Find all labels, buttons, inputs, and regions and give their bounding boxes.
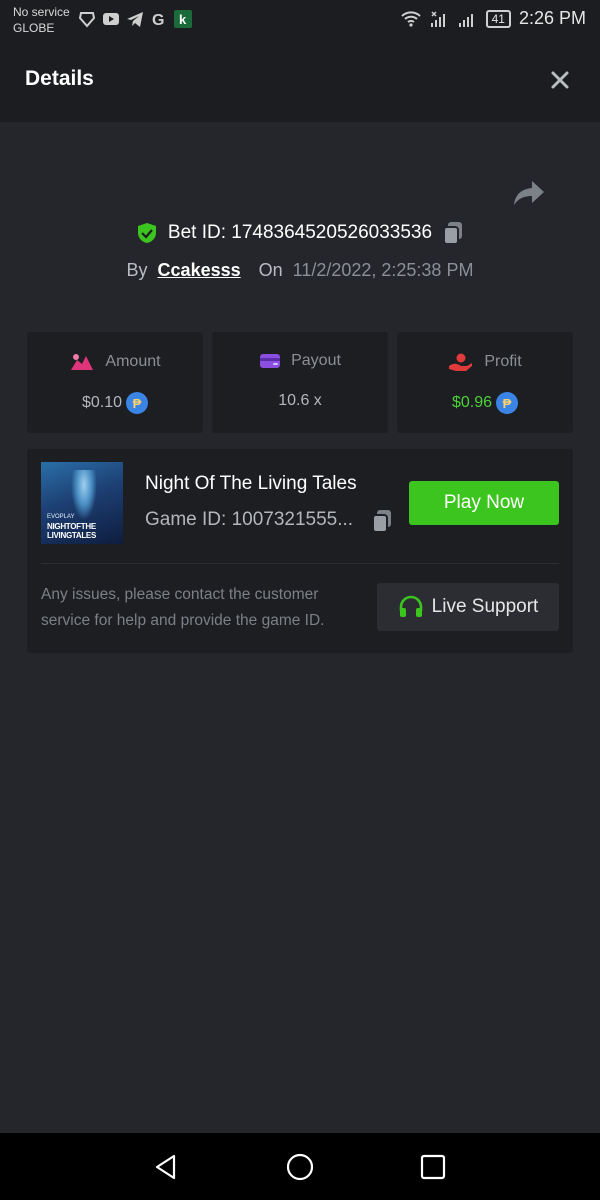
youtube-icon (103, 13, 119, 25)
game-title: Night Of The Living Tales (145, 473, 357, 494)
amount-value: $0.10 (81, 394, 123, 411)
close-icon[interactable] (548, 68, 572, 92)
svg-text:k: k (179, 12, 187, 27)
play-now-button[interactable]: Play Now (409, 481, 559, 525)
peso-coin-icon: ₱ (496, 392, 519, 414)
bet-date: 11/2/2022, 2:25:38 PM (292, 259, 474, 280)
game-id: Game ID: 1007321555... (145, 509, 354, 530)
profit-label: Profit (484, 353, 522, 370)
payout-label: Payout (291, 352, 341, 369)
thumb-brand: EVOPLAY (47, 514, 75, 520)
peso-coin-icon: ₱ (126, 392, 149, 414)
carrier-info: No service GLOBE (13, 4, 70, 36)
amount-header: Amount (27, 352, 203, 372)
details-header: Details (0, 40, 600, 122)
bet-id: Bet ID: 1748364520526033536 (167, 222, 433, 243)
home-icon[interactable] (284, 1151, 316, 1183)
signal-icon (458, 13, 473, 27)
game-art-figure (71, 470, 97, 520)
status-bar: No service GLOBE G k 41 2:26 PM (0, 0, 600, 40)
on-label: On (258, 259, 283, 280)
payout-value: 10.6 x (278, 392, 322, 409)
notification-icons: G k (78, 10, 192, 28)
wifi-icon (400, 10, 421, 27)
amount-stat: Amount $0.10 ₱ (27, 332, 203, 433)
wallet-icon (260, 354, 281, 368)
profit-stat: Profit $0.96 ₱ (397, 332, 573, 433)
battery-indicator: 41 (485, 9, 511, 28)
telegram-icon (127, 12, 143, 27)
bet-stats: Amount $0.10 ₱ Payout 10.6 x Profit $0.9… (27, 332, 573, 433)
recents-icon[interactable] (417, 1151, 449, 1183)
live-support-label: Live Support (431, 596, 539, 617)
carrier-line-1: No service (13, 5, 70, 19)
system-nav-bar (0, 1133, 600, 1200)
status-right: 41 2:26 PM (400, 8, 586, 29)
payout-stat: Payout 10.6 x (212, 332, 388, 433)
by-label: By (126, 259, 148, 280)
profit-value: $0.96 (451, 394, 493, 411)
support-help-text: Any issues, please contact the customer … (41, 586, 325, 629)
google-icon: G (152, 12, 164, 28)
page-title: Details (25, 67, 94, 90)
username-link[interactable]: Ccakesss (158, 260, 241, 281)
profit-value-row: $0.96 ₱ (397, 392, 573, 414)
profit-header: Profit (397, 352, 573, 372)
payout-header: Payout (212, 352, 388, 370)
carrier-line-2: GLOBE (13, 21, 55, 35)
bet-meta-row: By Ccakesss On 11/2/2022, 2:25:38 PM (0, 256, 600, 284)
bet-id-row: Bet ID: 1748364520526033536 (0, 218, 600, 248)
copy-game-id-icon[interactable] (371, 509, 393, 533)
headphones-icon (399, 595, 422, 617)
app-k-icon: k (174, 10, 192, 28)
amount-icon (71, 354, 94, 370)
payout-value-row: 10.6 x (212, 392, 388, 410)
verified-shield-icon (137, 223, 156, 243)
svg-text:G: G (152, 12, 164, 28)
profit-hand-icon (449, 353, 473, 371)
game-thumbnail[interactable]: EVOPLAY NIGHTOFTHE LIVINGTALES (41, 462, 123, 544)
clock: 2:26 PM (518, 8, 586, 28)
brave-icon (78, 12, 96, 28)
game-card: EVOPLAY NIGHTOFTHE LIVINGTALES Night Of … (27, 449, 573, 653)
back-icon[interactable] (150, 1151, 182, 1183)
signal-no-service-icon (430, 10, 445, 27)
share-icon[interactable] (512, 178, 546, 208)
live-support-button[interactable]: Live Support (377, 583, 559, 631)
thumb-title-1: NIGHTOFTHE (47, 522, 96, 531)
divider (41, 563, 559, 564)
amount-label: Amount (105, 353, 161, 370)
thumb-title-2: LIVINGTALES (47, 531, 96, 540)
copy-bet-id-icon[interactable] (442, 221, 464, 245)
amount-value-row: $0.10 ₱ (27, 392, 203, 414)
